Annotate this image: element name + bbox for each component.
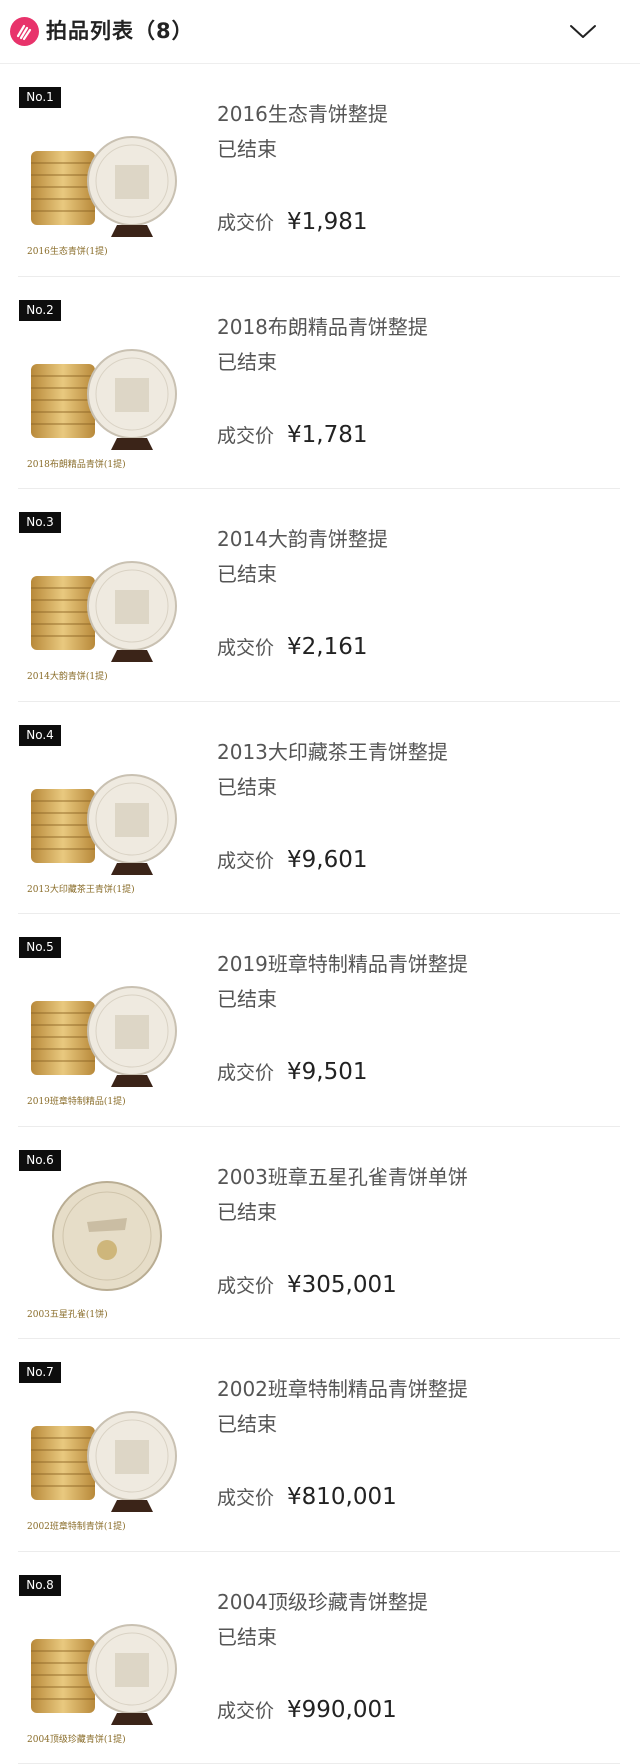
lot-number-badge: No.1 [19,87,61,108]
lot-number-badge: No.8 [19,1574,61,1596]
auction-item-row[interactable]: 2002班章特制青饼(1提) No.7 2002班章特制精品青饼整提 已结束 成… [0,1339,640,1552]
thumb-caption: 2018布朗精品青饼(1提) [27,458,126,470]
tea-cake-thumbnail[interactable]: 2019班章特制精品(1提) [27,959,187,1109]
auction-item-row[interactable]: 2013大印藏茶王青饼(1提) No.4 2013大印藏茶王青饼整提 已结束 成… [0,702,640,914]
tea-cake-thumbnail[interactable]: 2018布朗精品青饼(1提) [27,322,187,472]
final-price: ¥810,001 [287,1484,397,1510]
auction-item-row[interactable]: 2019班章特制精品(1提) No.5 2019班章特制精品青饼整提 已结束 成… [0,914,640,1127]
status-text: 已结束 [217,1199,277,1224]
item-name[interactable]: 2018布朗精品青饼整提 [217,313,428,341]
item-name[interactable]: 2004顶级珍藏青饼整提 [217,1588,428,1616]
tea-cake-thumbnail[interactable]: 2016生态青饼(1提) [27,109,187,259]
final-price: ¥990,001 [287,1696,397,1723]
final-price: ¥1,981 [287,209,368,235]
chevron-down-icon[interactable] [568,20,598,44]
final-price: ¥2,161 [287,634,368,660]
thumb-caption: 2019班章特制精品(1提) [27,1095,126,1107]
tea-cake-thumbnail[interactable]: 2002班章特制青饼(1提) [27,1384,187,1534]
final-price: ¥9,501 [287,1059,368,1085]
status-text: 已结束 [217,987,277,1011]
lot-number-badge: No.4 [19,724,61,746]
item-name[interactable]: 2003班章五星孔雀青饼单饼 [217,1163,468,1191]
status-text: 已结束 [217,1624,277,1649]
auction-item-row[interactable]: 2018布朗精品青饼(1提) No.2 2018布朗精品青饼整提 已结束 成交价… [0,277,640,489]
price-label: 成交价 [217,1062,275,1084]
status-text: 已结束 [217,349,277,374]
status-text: 已结束 [217,774,277,799]
price-label: 成交价 [217,849,275,872]
tea-cake-thumbnail[interactable]: 2014大韵青饼(1提) [27,534,187,684]
price-label: 成交价 [217,1274,275,1297]
price-label: 成交价 [217,637,275,659]
lot-number-badge: No.6 [19,1149,61,1171]
tea-cake-thumbnail[interactable]: 2004顶级珍藏青饼(1提) [27,1597,187,1747]
final-price: ¥9,601 [287,846,368,873]
lot-number-badge: No.5 [19,937,61,958]
thumb-caption: 2013大印藏茶王青饼(1提) [27,883,135,895]
thumb-caption: 2016生态青饼(1提) [27,245,108,257]
price-label: 成交价 [217,212,275,234]
auction-list-header[interactable]: 拍品列表（8） [0,0,640,64]
status-text: 已结束 [217,562,277,586]
final-price: ¥1,781 [287,421,368,448]
status-text: 已结束 [217,137,277,161]
tea-cake-thumbnail[interactable]: 2003五星孔雀(1饼) [27,1172,187,1322]
auction-item-row[interactable]: 2003五星孔雀(1饼) No.6 2003班章五星孔雀青饼单饼 已结束 成交价… [0,1127,640,1339]
thumb-caption: 2003五星孔雀(1饼) [27,1308,108,1320]
thumb-caption: 2002班章特制青饼(1提) [27,1520,126,1532]
lot-number-badge: No.2 [19,299,61,321]
item-name[interactable]: 2019班章特制精品青饼整提 [217,950,468,978]
thumb-caption: 2014大韵青饼(1提) [27,670,108,682]
auction-item-row[interactable]: 2014大韵青饼(1提) No.3 2014大韵青饼整提 已结束 成交价 ¥2,… [0,489,640,702]
item-name[interactable]: 2016生态青饼整提 [217,100,388,128]
item-name[interactable]: 2014大韵青饼整提 [217,525,388,553]
thumb-caption: 2004顶级珍藏青饼(1提) [27,1733,126,1745]
tea-cake-thumbnail[interactable]: 2013大印藏茶王青饼(1提) [27,747,187,897]
price-label: 成交价 [217,1699,275,1722]
item-name[interactable]: 2002班章特制精品青饼整提 [217,1375,468,1403]
list-title: 拍品列表（8） [46,19,194,43]
item-name[interactable]: 2013大印藏茶王青饼整提 [217,738,448,766]
price-label: 成交价 [217,424,275,447]
auction-item-row[interactable]: 2016生态青饼(1提) No.1 2016生态青饼整提 已结束 成交价 ¥1,… [0,64,640,277]
status-text: 已结束 [217,1412,277,1436]
lot-number-badge: No.3 [19,512,61,533]
auction-item-list: 2016生态青饼(1提) No.1 2016生态青饼整提 已结束 成交价 ¥1,… [0,64,640,1764]
lot-number-badge: No.7 [19,1362,61,1383]
auction-logo-icon [10,17,39,46]
price-label: 成交价 [217,1487,275,1509]
final-price: ¥305,001 [287,1271,397,1298]
auction-item-row[interactable]: 2004顶级珍藏青饼(1提) No.8 2004顶级珍藏青饼整提 已结束 成交价… [0,1552,640,1764]
